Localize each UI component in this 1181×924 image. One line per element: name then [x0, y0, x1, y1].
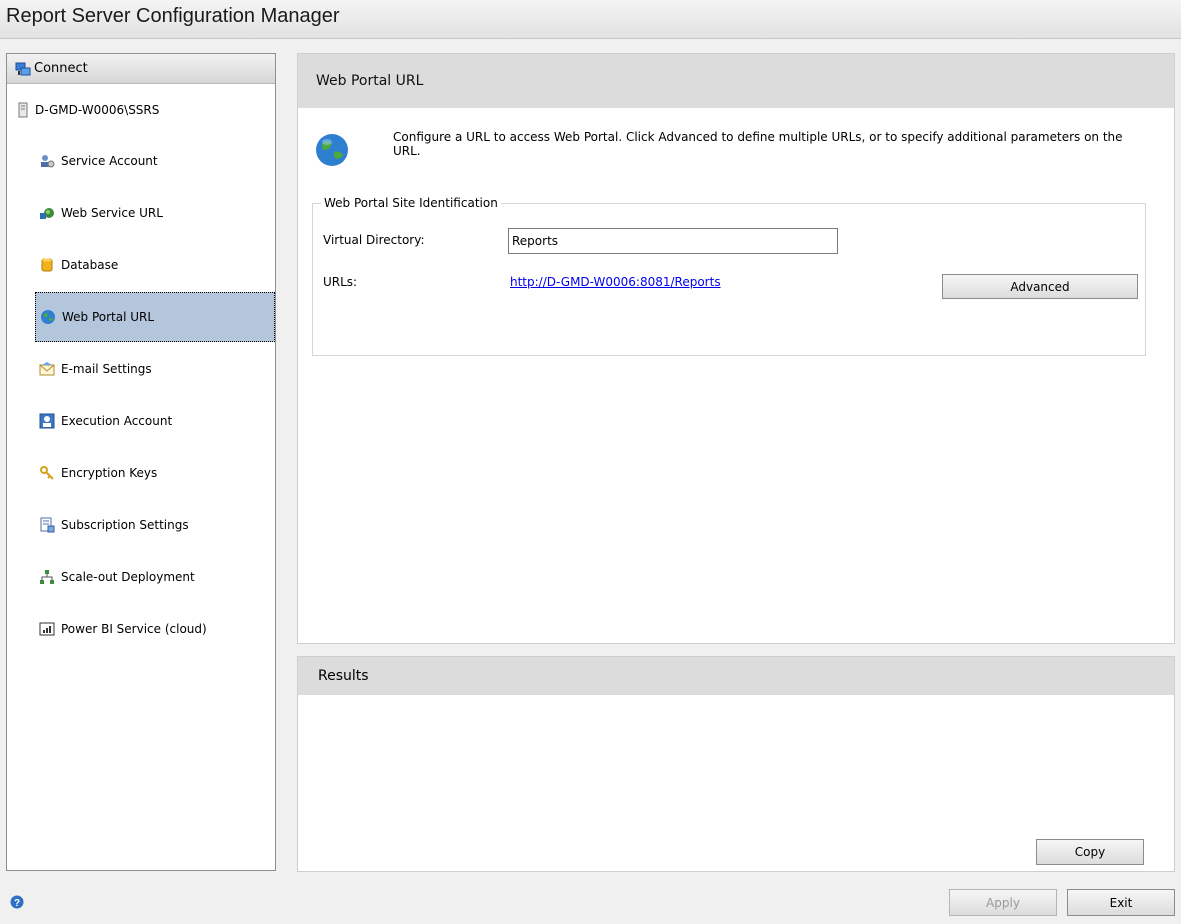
nav-item-subscription-settings[interactable]: Subscription Settings	[35, 500, 275, 550]
help-icon[interactable]: ?	[10, 895, 24, 909]
server-icon	[18, 102, 28, 118]
nav-item-scale-out-deployment[interactable]: Scale-out Deployment	[35, 552, 275, 602]
title-bar: Report Server Configuration Manager	[0, 0, 1181, 39]
globe-icon	[41, 310, 55, 324]
nav-item-label: Subscription Settings	[61, 518, 189, 532]
app-title: Report Server Configuration Manager	[6, 5, 340, 27]
panel-header: Web Portal URL	[298, 54, 1174, 108]
nav-item-email-settings[interactable]: E-mail Settings	[35, 344, 275, 394]
connect-label: Connect	[34, 61, 88, 76]
database-icon	[41, 258, 53, 272]
virtual-directory-input[interactable]	[508, 228, 838, 254]
connect-icon	[15, 62, 31, 75]
nav-item-web-service-url[interactable]: Web Service URL	[35, 188, 275, 238]
nav-item-label: Encryption Keys	[61, 466, 158, 480]
service-account-icon	[41, 155, 55, 168]
nav-item-power-bi-service[interactable]: Power BI Service (cloud)	[35, 604, 275, 654]
web-service-icon	[40, 208, 54, 219]
svg-text:?: ?	[14, 898, 20, 909]
urls-label: URLs:	[323, 275, 358, 289]
navigation-pane: Connect D-GMD-W0006\SSRS Service Account…	[6, 53, 276, 871]
user-icon	[39, 413, 55, 429]
nav-item-label: Web Portal URL	[62, 310, 155, 324]
scaleout-icon	[40, 570, 54, 584]
exit-button[interactable]: Exit	[1067, 889, 1175, 916]
globe-icon	[316, 134, 348, 166]
nav-item-label: Web Service URL	[61, 206, 163, 220]
nav-item-label: Execution Account	[61, 414, 173, 428]
nav-item-label: Power BI Service (cloud)	[61, 622, 207, 636]
keys-icon	[40, 466, 54, 480]
nav-item-label: Scale-out Deployment	[61, 570, 195, 584]
nav-item-label: Service Account	[61, 154, 158, 168]
intro-text: Configure a URL to access Web Portal. Cl…	[393, 130, 1123, 158]
web-portal-url-panel: Web Portal URL Configure a URL to access…	[297, 53, 1175, 644]
group-title: Web Portal Site Identification	[321, 196, 501, 210]
nav-item-service-account[interactable]: Service Account	[35, 136, 275, 186]
virtual-directory-label: Virtual Directory:	[323, 233, 425, 247]
nav-item-encryption-keys[interactable]: Encryption Keys	[35, 448, 275, 498]
results-header: Results	[298, 657, 1174, 695]
subscription-icon	[40, 517, 55, 533]
server-name: D-GMD-W0006\SSRS	[35, 103, 160, 117]
connect-button[interactable]: Connect	[7, 54, 275, 84]
server-node[interactable]: D-GMD-W0006\SSRS	[17, 102, 159, 118]
copy-button[interactable]: Copy	[1036, 839, 1144, 865]
email-icon	[39, 362, 55, 376]
nav-item-database[interactable]: Database	[35, 240, 275, 290]
url-link[interactable]: http://D-GMD-W0006:8081/Reports	[510, 275, 721, 289]
nav-item-execution-account[interactable]: Execution Account	[35, 396, 275, 446]
apply-button[interactable]: Apply	[949, 889, 1057, 916]
nav-item-web-portal-url[interactable]: Web Portal URL	[35, 292, 275, 342]
nav-item-label: E-mail Settings	[61, 362, 152, 376]
nav-item-label: Database	[61, 258, 119, 272]
results-panel: Results Copy	[297, 656, 1175, 872]
site-identification-group: Web Portal Site Identification Virtual D…	[312, 196, 1146, 356]
advanced-button[interactable]: Advanced	[942, 274, 1138, 299]
powerbi-icon	[39, 622, 55, 636]
